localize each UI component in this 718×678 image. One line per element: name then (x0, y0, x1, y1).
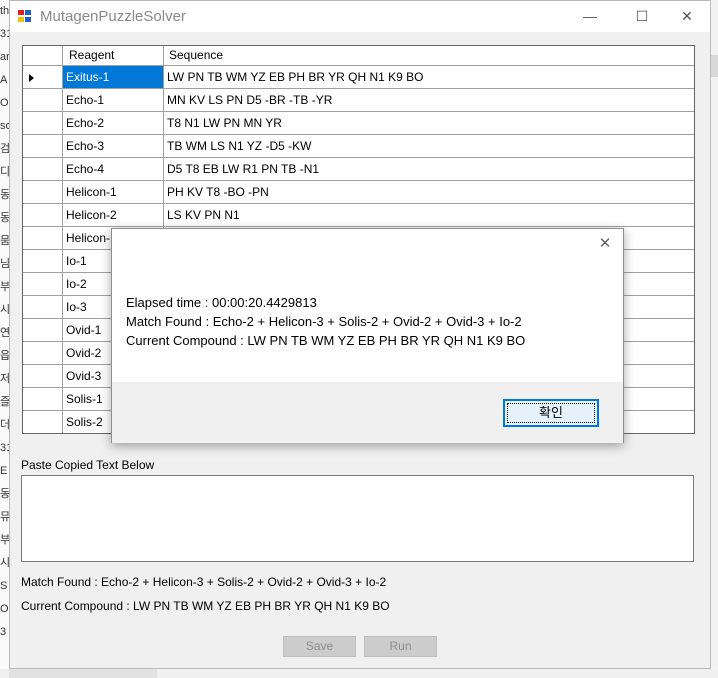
row-header[interactable] (23, 388, 63, 411)
row-header[interactable] (23, 181, 63, 204)
background-text: th (0, 5, 9, 17)
grid-corner-header[interactable] (23, 46, 63, 66)
window-title: MutagenPuzzleSolver (40, 8, 186, 25)
ok-button[interactable]: 확인 (503, 399, 599, 427)
row-header[interactable] (23, 273, 63, 296)
dialog-footer: 확인 (112, 382, 623, 443)
background-right-edge (711, 0, 718, 678)
background-text: S (0, 580, 8, 592)
background-slab (711, 55, 718, 77)
background-text: so (0, 120, 9, 132)
background-text: 동 (0, 189, 9, 201)
background-text: 동 (0, 488, 9, 500)
background-text: 저 (0, 373, 9, 385)
row-header[interactable] (23, 89, 63, 112)
app-icon-quad (18, 17, 24, 22)
column-header-reagent[interactable]: Reagent (63, 46, 164, 66)
background-slab (9, 669, 157, 678)
row-header[interactable] (23, 319, 63, 342)
row-header[interactable] (23, 296, 63, 319)
background-text: 시 (0, 557, 9, 569)
reagent-cell[interactable]: Helicon-2 (63, 204, 164, 227)
background-text: 연 (0, 327, 9, 339)
background-text: 뭄 (0, 235, 9, 247)
background-text: 31 (0, 28, 9, 40)
current-compound-label: Current Compound : LW PN TB WM YZ EB PH … (21, 599, 390, 613)
background-text: 뮤 (0, 511, 9, 523)
title-bar[interactable]: MutagenPuzzleSolver — ☐ ✕ (10, 1, 710, 32)
dialog-match-text: Match Found : Echo-2 + Helicon-3 + Solis… (126, 314, 522, 329)
grid-header: Reagent Sequence (23, 46, 694, 66)
app-icon (18, 10, 32, 23)
background-text: ar (0, 51, 9, 63)
background-text: 3 (0, 626, 7, 638)
match-found-label: Match Found : Echo-2 + Helicon-3 + Solis… (21, 575, 387, 589)
save-button[interactable]: Save (283, 636, 356, 657)
current-row-arrow-icon (29, 74, 34, 82)
dialog-elapsed-text: Elapsed time : 00:00:20.4429813 (126, 295, 317, 310)
close-button[interactable]: ✕ (664, 1, 710, 32)
reagent-cell[interactable]: Echo-1 (63, 89, 164, 112)
sequence-cell[interactable]: LW PN TB WM YZ EB PH BR YR QH N1 K9 BO (164, 66, 694, 89)
background-window-strip: th31arAOso검디동동뭄님부시연읍저즐더31E동뮤부시SO3 (0, 0, 9, 678)
background-text: O (0, 603, 9, 615)
row-header[interactable] (23, 227, 63, 250)
minimize-button[interactable]: — (567, 1, 613, 32)
row-header[interactable] (23, 365, 63, 388)
row-header[interactable] (23, 342, 63, 365)
background-text: 읍 (0, 350, 9, 362)
row-header[interactable] (23, 158, 63, 181)
background-text: 님 (0, 258, 9, 270)
row-header[interactable] (23, 204, 63, 227)
background-text: 부 (0, 534, 9, 546)
sequence-cell[interactable]: T8 N1 LW PN MN YR (164, 112, 694, 135)
app-icon-quad (25, 17, 31, 22)
dialog-close-button[interactable]: ✕ (593, 233, 617, 255)
app-icon-quad (25, 10, 31, 15)
sequence-cell[interactable]: LS KV PN N1 (164, 204, 694, 227)
paste-label: Paste Copied Text Below (21, 458, 155, 472)
background-text: O (0, 97, 9, 109)
background-text: 31 (0, 442, 9, 454)
reagent-cell[interactable]: Helicon-1 (63, 181, 164, 204)
paste-textbox[interactable] (21, 475, 694, 562)
background-text: 디 (0, 166, 9, 178)
row-header[interactable] (23, 135, 63, 158)
background-text: 즐 (0, 396, 9, 408)
background-text: 검 (0, 143, 9, 155)
background-text: E (0, 465, 8, 477)
column-header-sequence[interactable]: Sequence (164, 46, 694, 66)
dialog-compound-text: Current Compound : LW PN TB WM YZ EB PH … (126, 333, 526, 348)
sequence-cell[interactable]: TB WM LS N1 YZ -D5 -KW (164, 135, 694, 158)
app-icon-quad (18, 10, 24, 15)
reagent-cell[interactable]: Echo-3 (63, 135, 164, 158)
background-text: 시 (0, 304, 9, 316)
background-text: 더 (0, 419, 9, 431)
background-text: A (0, 74, 8, 86)
reagent-cell[interactable]: Echo-4 (63, 158, 164, 181)
background-bottom-edge (0, 669, 718, 678)
row-header[interactable] (23, 411, 63, 433)
reagent-cell[interactable]: Exitus-1 (63, 66, 164, 89)
sequence-cell[interactable]: MN KV LS PN D5 -BR -TB -YR (164, 89, 694, 112)
maximize-button[interactable]: ☐ (619, 1, 665, 32)
background-text: 부 (0, 281, 9, 293)
result-dialog: ✕ Elapsed time : 00:00:20.4429813 Match … (111, 228, 624, 443)
sequence-cell[interactable]: D5 T8 EB LW R1 PN TB -N1 (164, 158, 694, 181)
row-header[interactable] (23, 250, 63, 273)
row-header[interactable] (23, 112, 63, 135)
sequence-cell[interactable]: PH KV T8 -BO -PN (164, 181, 694, 204)
run-button[interactable]: Run (364, 636, 437, 657)
background-text: 동 (0, 212, 9, 224)
reagent-cell[interactable]: Echo-2 (63, 112, 164, 135)
row-header[interactable] (23, 66, 63, 89)
